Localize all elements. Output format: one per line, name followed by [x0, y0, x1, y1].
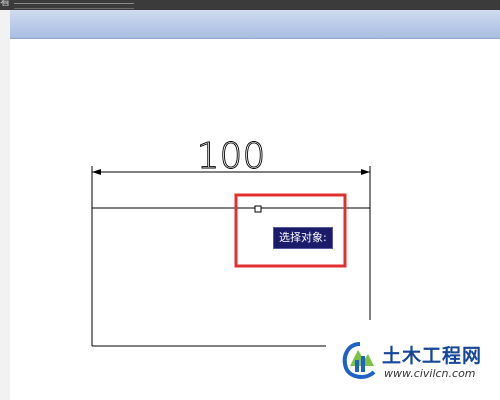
- watermark-title: 土木工程网: [382, 345, 483, 367]
- pickbox-cursor-icon: [254, 205, 262, 213]
- dimension-text[interactable]: 100: [196, 136, 266, 178]
- civilcn-logo-icon: [342, 342, 376, 379]
- watermark: 土木工程网 www.civilcn.com: [326, 334, 500, 400]
- command-prompt-tooltip: 选择对象:: [273, 227, 333, 249]
- dimension-arrow-left: [92, 169, 101, 175]
- watermark-url: www.civilcn.com: [384, 367, 476, 380]
- dimension-arrow-right: [361, 169, 370, 175]
